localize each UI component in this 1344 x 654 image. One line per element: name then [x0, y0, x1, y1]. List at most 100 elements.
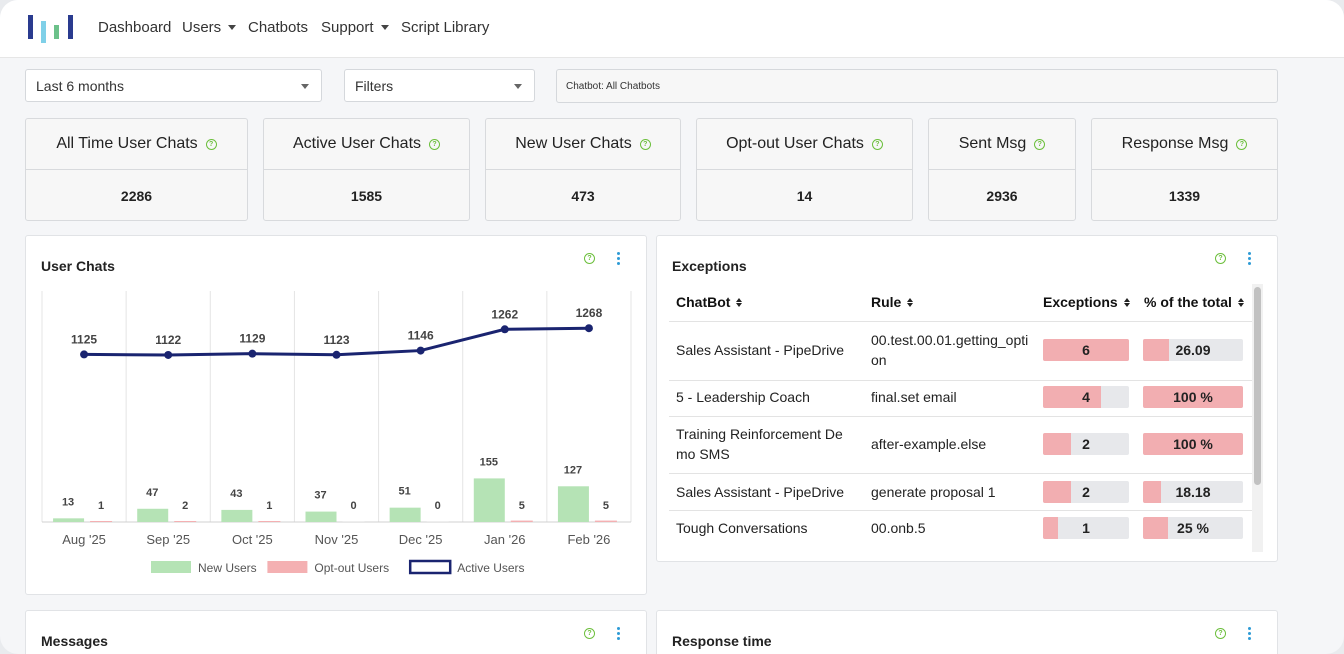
app-logo[interactable]	[27, 13, 77, 43]
scrollbar-thumb[interactable]	[1254, 287, 1261, 485]
sort-icon	[907, 297, 914, 307]
cell-chatbot: 5 - Leadership Coach	[676, 389, 810, 405]
sort-icon	[1237, 297, 1244, 307]
x-tick-label: Aug '25	[62, 532, 106, 547]
nav-dashboard[interactable]: Dashboard	[98, 19, 171, 36]
user-chats-card: User Chats ? 13 1 Aug '25 47 2 Sep '25 43 1 Oct …	[25, 235, 647, 595]
bar-opt-out-users	[426, 521, 449, 522]
point-active-users	[248, 349, 257, 358]
help-icon[interactable]: ?	[871, 138, 883, 150]
kpi-label: Active User Chats	[292, 135, 422, 152]
nav-support[interactable]: Support	[321, 19, 389, 36]
user-chats-chart: 13 1 Aug '25 47 2 Sep '25 43 1 Oct '25 37 0 Nov '25…	[41, 291, 632, 575]
period-select[interactable]: Last 6 months	[25, 69, 322, 102]
response-time-title: Response time	[672, 633, 772, 649]
more-options-icon[interactable]	[1247, 252, 1251, 265]
kpi-sent-msg: Sent Msg? 2936	[928, 118, 1076, 221]
cell-chatbot: Training Reinforcement Demo SMS	[676, 426, 843, 462]
legend-label: Opt-out Users	[314, 561, 389, 575]
point-label-active-users: 1125	[71, 332, 97, 346]
help-icon[interactable]: ?	[584, 628, 595, 639]
help-icon[interactable]: ?	[1034, 138, 1046, 150]
exceptions-bar: 4	[1043, 386, 1129, 408]
cell-rule: after-example.else	[871, 436, 987, 452]
point-active-users	[416, 346, 425, 355]
cell-rule: generate proposal 1	[871, 484, 996, 500]
bar-new-users	[557, 486, 589, 522]
kpi-label: Sent Msg	[958, 135, 1027, 152]
bar-label-opt-out-users: 5	[519, 500, 525, 512]
kpi-value: 473	[571, 187, 595, 204]
column-header-exceptions[interactable]: Exceptions	[1043, 294, 1130, 310]
messages-card: Messages ?	[25, 610, 647, 654]
bar-label-opt-out-users: 5	[603, 500, 609, 512]
percent-bar: 100 %	[1143, 386, 1243, 408]
bar-opt-out-users	[174, 521, 197, 522]
bar-opt-out-users	[594, 520, 617, 522]
bar-new-users	[389, 507, 421, 522]
bar-label-opt-out-users: 0	[435, 500, 441, 512]
column-header-rule[interactable]: Rule	[871, 294, 914, 310]
help-icon[interactable]: ?	[205, 138, 217, 150]
kpi-value: 2286	[120, 187, 153, 204]
column-header-percent[interactable]: % of the total	[1144, 294, 1244, 310]
messages-title: Messages	[41, 633, 108, 649]
nav-chatbots[interactable]: Chatbots	[248, 19, 308, 36]
legend-swatch	[408, 559, 452, 575]
table-scrollbar[interactable]	[1252, 284, 1263, 552]
exceptions-title: Exceptions	[672, 258, 747, 274]
kpi-value: 2936	[986, 187, 1018, 204]
bar-label-opt-out-users: 0	[350, 500, 356, 512]
nav-script-library[interactable]: Script Library	[401, 19, 489, 36]
point-active-users	[500, 325, 509, 334]
column-header-chatbot[interactable]: ChatBot	[676, 294, 743, 310]
sort-icon	[1123, 297, 1130, 307]
cell-chatbot: Sales Assistant - PipeDrive	[676, 484, 845, 500]
bar-label-new-users: 51	[399, 486, 411, 498]
point-label-active-users: 1122	[155, 333, 181, 347]
legend-label: Active Users	[457, 561, 524, 575]
caret-down-icon	[228, 25, 237, 30]
more-options-icon[interactable]	[1247, 627, 1251, 640]
x-tick-label: Oct '25	[232, 532, 273, 547]
x-tick-label: Jan '26	[484, 532, 526, 547]
exceptions-bar: 6	[1043, 339, 1129, 361]
kpi-new-user-chats: New User Chats? 473	[485, 118, 681, 221]
chatbot-filter-value: Chatbot: All Chatbots	[566, 81, 660, 92]
point-active-users	[332, 350, 341, 359]
x-tick-label: Nov '25	[315, 532, 359, 547]
percent-bar: 25 %	[1143, 517, 1243, 539]
bar-opt-out-users	[258, 521, 281, 522]
help-icon[interactable]: ?	[1215, 253, 1226, 264]
kpi-all-time-user-chats: All Time User Chats? 2286	[25, 118, 248, 221]
kpi-label: New User Chats	[515, 135, 632, 152]
point-active-users	[80, 350, 89, 359]
response-time-card: Response time ?	[656, 610, 1278, 654]
help-icon[interactable]: ?	[1236, 138, 1248, 150]
nav-users[interactable]: Users	[182, 19, 237, 36]
bar-new-users	[137, 508, 169, 522]
bar-new-users	[53, 518, 85, 522]
bar-label-opt-out-users: 1	[98, 500, 104, 512]
bar-new-users	[473, 478, 505, 522]
filters-select[interactable]: Filters	[344, 69, 535, 102]
point-label-active-users: 1268	[576, 306, 603, 320]
legend-swatch	[151, 561, 191, 573]
bar-label-new-users: 127	[564, 464, 582, 476]
help-icon[interactable]: ?	[429, 138, 441, 150]
app-frame: Dashboard Users Chatbots Support Script …	[0, 0, 1344, 654]
exceptions-bar: 2	[1043, 433, 1129, 455]
kpi-value: 1585	[350, 187, 383, 204]
legend-label: New Users	[198, 561, 257, 575]
bar-label-opt-out-users: 1	[266, 500, 272, 512]
chatbot-filter-field[interactable]: Chatbot: All Chatbots	[556, 69, 1278, 103]
help-icon[interactable]: ?	[639, 138, 651, 150]
kpi-opt-out-user-chats: Opt-out User Chats? 14	[696, 118, 913, 221]
more-options-icon[interactable]	[616, 627, 620, 640]
help-icon[interactable]: ?	[1215, 628, 1226, 639]
bar-opt-out-users	[342, 521, 365, 522]
cell-rule: 00.onb.5	[871, 520, 926, 536]
bar-new-users	[221, 509, 253, 522]
kpi-label: All Time User Chats	[56, 135, 198, 152]
kpi-value: 14	[796, 187, 813, 204]
